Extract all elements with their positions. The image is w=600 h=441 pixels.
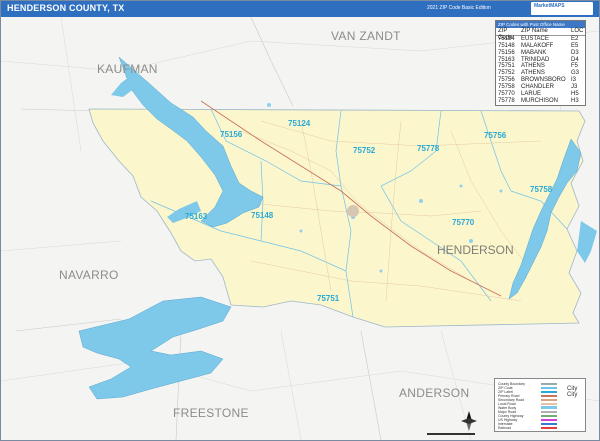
zip-table-row: 75756 BROWNSBORO I3: [496, 77, 585, 84]
zip-label-75156: 75156: [220, 130, 243, 139]
zip-cell: 75770: [498, 91, 515, 98]
zip-cell: 75156: [498, 49, 515, 56]
zip-label-75756: 75756: [484, 131, 507, 140]
north-arrow-icon: [461, 411, 477, 431]
loc-cell: H3: [571, 97, 579, 104]
lake-east: [577, 221, 597, 263]
name-cell: MURCHISON: [521, 97, 558, 104]
legend-swatch: [541, 399, 557, 401]
richland-chambers-reservoir: [78, 296, 232, 400]
legend-swatch: [541, 391, 557, 393]
zip-table-row: 75778 MURCHISON H3: [496, 98, 585, 105]
zip-cell: 75756: [498, 77, 515, 84]
edition-label: 2021 ZIP Code Basic Edition: [427, 5, 491, 11]
loc-cell: F5: [571, 63, 579, 70]
county-name-henderson: HENDERSON: [437, 243, 514, 257]
zip-cell: 75752: [498, 70, 515, 77]
athens-town: [347, 205, 359, 217]
zip-table-header-row: ZIP Code ZIP Name LOC: [496, 28, 585, 41]
legend-swatch: [541, 415, 557, 417]
zip-table-row: 75156 MABANK D3: [496, 50, 585, 57]
legend-item-railroad: Railroad: [498, 426, 512, 430]
name-cell: BROWNSBORO: [521, 77, 566, 84]
legend-swatch: [541, 423, 557, 425]
zip-cell: 75163: [498, 56, 515, 63]
county-name-navarro: NAVARRO: [59, 268, 119, 282]
loc-cell: H5: [571, 91, 579, 98]
legend-city-key: City City: [567, 386, 577, 398]
zip-table-row: 75163 TRINIDAD D4: [496, 57, 585, 64]
zip-label-75778: 75778: [417, 144, 440, 153]
brand-logo-text: MarketMAPS: [534, 3, 565, 9]
zip-cell: 75751: [498, 63, 515, 70]
legend-swatch: [541, 395, 557, 397]
loc-cell: J3: [571, 84, 578, 91]
zip-table-caption: ZIP Codes with Post Office Name: [496, 21, 585, 28]
zip-table-row: 75752 ATHENS G3: [496, 70, 585, 77]
title-bar: HENDERSON COUNTY, TX 2021 ZIP Code Basic…: [1, 1, 599, 17]
legend-city-secondary: City: [567, 392, 578, 398]
county-name-kaufman: KAUFMAN: [97, 62, 158, 76]
county-name-anderson: ANDERSON: [399, 386, 470, 400]
zip-table-row: 75751 ATHENS F5: [496, 63, 585, 70]
name-cell: TRINIDAD: [521, 56, 550, 63]
legend-swatch: [541, 427, 557, 429]
zip-label-75148: 75148: [251, 211, 274, 220]
name-cell: MABANK: [521, 49, 547, 56]
zip-table-row: 75770 LARUE H5: [496, 91, 585, 98]
loc-cell: E5: [571, 42, 579, 49]
county-name-van-zandt: VAN ZANDT: [331, 29, 401, 43]
county-name-freestone: FREESTONE: [173, 406, 249, 420]
zip-cell: 75778: [498, 97, 515, 104]
zip-table-header-loc: LOC: [571, 28, 584, 34]
brand-logo: MarketMAPS: [531, 2, 593, 15]
scale-bar: [427, 433, 475, 435]
zip-table-header-name: ZIP Name: [521, 28, 548, 34]
zip-code-table: ZIP Codes with Post Office Name ZIP Code…: [495, 20, 586, 106]
zip-table-row: 75758 CHANDLER J3: [496, 84, 585, 91]
legend-swatch: [541, 387, 557, 389]
zip-label-75770: 75770: [452, 218, 475, 227]
legend-swatch: [541, 403, 557, 405]
zip-cell: 75124: [498, 35, 515, 42]
name-cell: CHANDLER: [521, 84, 555, 91]
zip-table-row: 75124 EUSTACE E2: [496, 36, 585, 43]
legend-swatch: [541, 411, 557, 413]
loc-cell: E2: [571, 35, 579, 42]
legend-swatch: [541, 383, 557, 385]
name-cell: LARUE: [521, 91, 542, 98]
name-cell: ATHENS: [521, 70, 545, 77]
loc-cell: D4: [571, 56, 579, 63]
zip-cell: 75758: [498, 84, 515, 91]
map-title: HENDERSON COUNTY, TX: [7, 3, 125, 13]
zip-table-row: 75148 MALAKOFF E5: [496, 43, 585, 50]
zip-label-75752: 75752: [353, 146, 376, 155]
zip-table-header-zip: ZIP Code: [498, 28, 513, 41]
map-frame: HENDERSON COUNTY, TX 2021 ZIP Code Basic…: [0, 0, 600, 441]
loc-cell: G3: [571, 70, 580, 77]
zip-label-75751: 75751: [317, 294, 340, 303]
zip-label-75758: 75758: [530, 185, 553, 194]
loc-cell: I3: [571, 77, 577, 84]
legend-swatch: [541, 406, 557, 409]
name-cell: MALAKOFF: [521, 42, 554, 49]
map-legend: County Boundary ZIP Code ZIP Label Prima…: [494, 378, 586, 432]
zip-label-75163: 75163: [185, 212, 208, 221]
loc-cell: D3: [571, 49, 579, 56]
name-cell: ATHENS: [521, 63, 545, 70]
zip-label-75124: 75124: [288, 119, 311, 128]
name-cell: EUSTACE: [521, 35, 549, 42]
legend-swatch: [541, 419, 557, 421]
zip-cell: 75148: [498, 42, 515, 49]
